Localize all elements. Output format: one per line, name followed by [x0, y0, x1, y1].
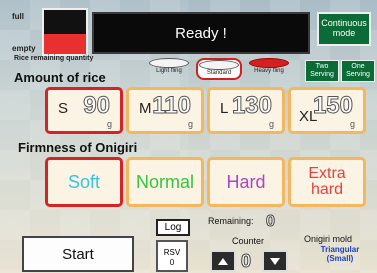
- cup-icon: [249, 58, 289, 68]
- rice-gauge: [42, 8, 88, 56]
- gauge-empty-label: empty: [12, 44, 36, 53]
- rsv-label: RSV: [163, 248, 181, 257]
- remaining-label: Remaining:: [208, 216, 254, 226]
- size-unit: g: [268, 119, 274, 129]
- size-value: 110: [152, 92, 192, 120]
- status-display: Ready !: [92, 12, 310, 54]
- size-m-button[interactable]: M 110 g: [126, 87, 204, 134]
- counter-value: 0: [240, 251, 252, 272]
- size-unit: g: [187, 119, 193, 129]
- cup-heavy-fling[interactable]: Heavy fling: [246, 58, 292, 80]
- firmness-label: Extra hard: [308, 165, 346, 198]
- log-button[interactable]: Log: [156, 219, 190, 236]
- cup-icon: [199, 60, 239, 70]
- size-code: S: [58, 100, 69, 117]
- cup-label: Heavy fling: [254, 68, 284, 74]
- firmness-heading: Firmness of Onigiri: [18, 140, 138, 155]
- cup-standard[interactable]: Standard: [196, 58, 242, 80]
- size-xl-button[interactable]: XL 150 g: [288, 87, 366, 134]
- start-button[interactable]: Start: [22, 236, 134, 272]
- rsv-value: 0: [169, 257, 175, 267]
- counter-label: Counter: [232, 236, 265, 246]
- size-value: 90: [83, 92, 111, 120]
- counter-up-button[interactable]: [210, 250, 236, 272]
- size-value: 150: [312, 92, 353, 120]
- cup-label: Light fling: [156, 68, 182, 74]
- rice-gauge-fill: [44, 34, 86, 54]
- mold-value[interactable]: Triangular (Small): [310, 245, 370, 264]
- size-l-button[interactable]: L 130 g: [207, 87, 285, 134]
- rsv-button[interactable]: RSV 0: [156, 240, 188, 272]
- gauge-full-label: full: [12, 12, 24, 21]
- firmness-label: Soft: [67, 172, 101, 192]
- remaining-value: 0: [266, 213, 276, 231]
- size-unit: g: [106, 119, 112, 129]
- size-value: 130: [231, 92, 272, 120]
- cup-icon: [149, 58, 189, 68]
- amount-heading: Amount of rice: [14, 70, 106, 85]
- cup-selector: Light fling Standard Heavy fling: [146, 58, 306, 82]
- firmness-label: Normal: [135, 172, 194, 192]
- cup-light-fling[interactable]: Light fling: [146, 58, 192, 80]
- size-unit: g: [349, 119, 355, 129]
- size-code: L: [220, 100, 229, 117]
- counter-down-button[interactable]: [262, 250, 288, 272]
- continuous-mode-button[interactable]: Continuous mode: [317, 12, 371, 46]
- two-serving-button[interactable]: Two Serving: [305, 60, 339, 82]
- one-serving-button[interactable]: One Serving: [341, 60, 375, 82]
- cup-label: Standard: [206, 70, 232, 76]
- rice-remaining-caption: Rice remaining quantity: [14, 55, 94, 62]
- firmness-extra-hard-button[interactable]: Extra hard: [288, 157, 366, 207]
- firmness-hard-button[interactable]: Hard: [207, 157, 285, 207]
- firmness-label: Hard: [226, 172, 266, 192]
- firmness-soft-button[interactable]: Soft: [45, 157, 123, 207]
- size-s-button[interactable]: S 90 g: [45, 87, 123, 134]
- mold-label: Onigiri mold: [304, 234, 353, 244]
- size-code: M: [139, 100, 152, 117]
- onigiri-machine-panel: full empty Rice remaining quantity Ready…: [0, 0, 377, 273]
- firmness-normal-button[interactable]: Normal: [126, 157, 204, 207]
